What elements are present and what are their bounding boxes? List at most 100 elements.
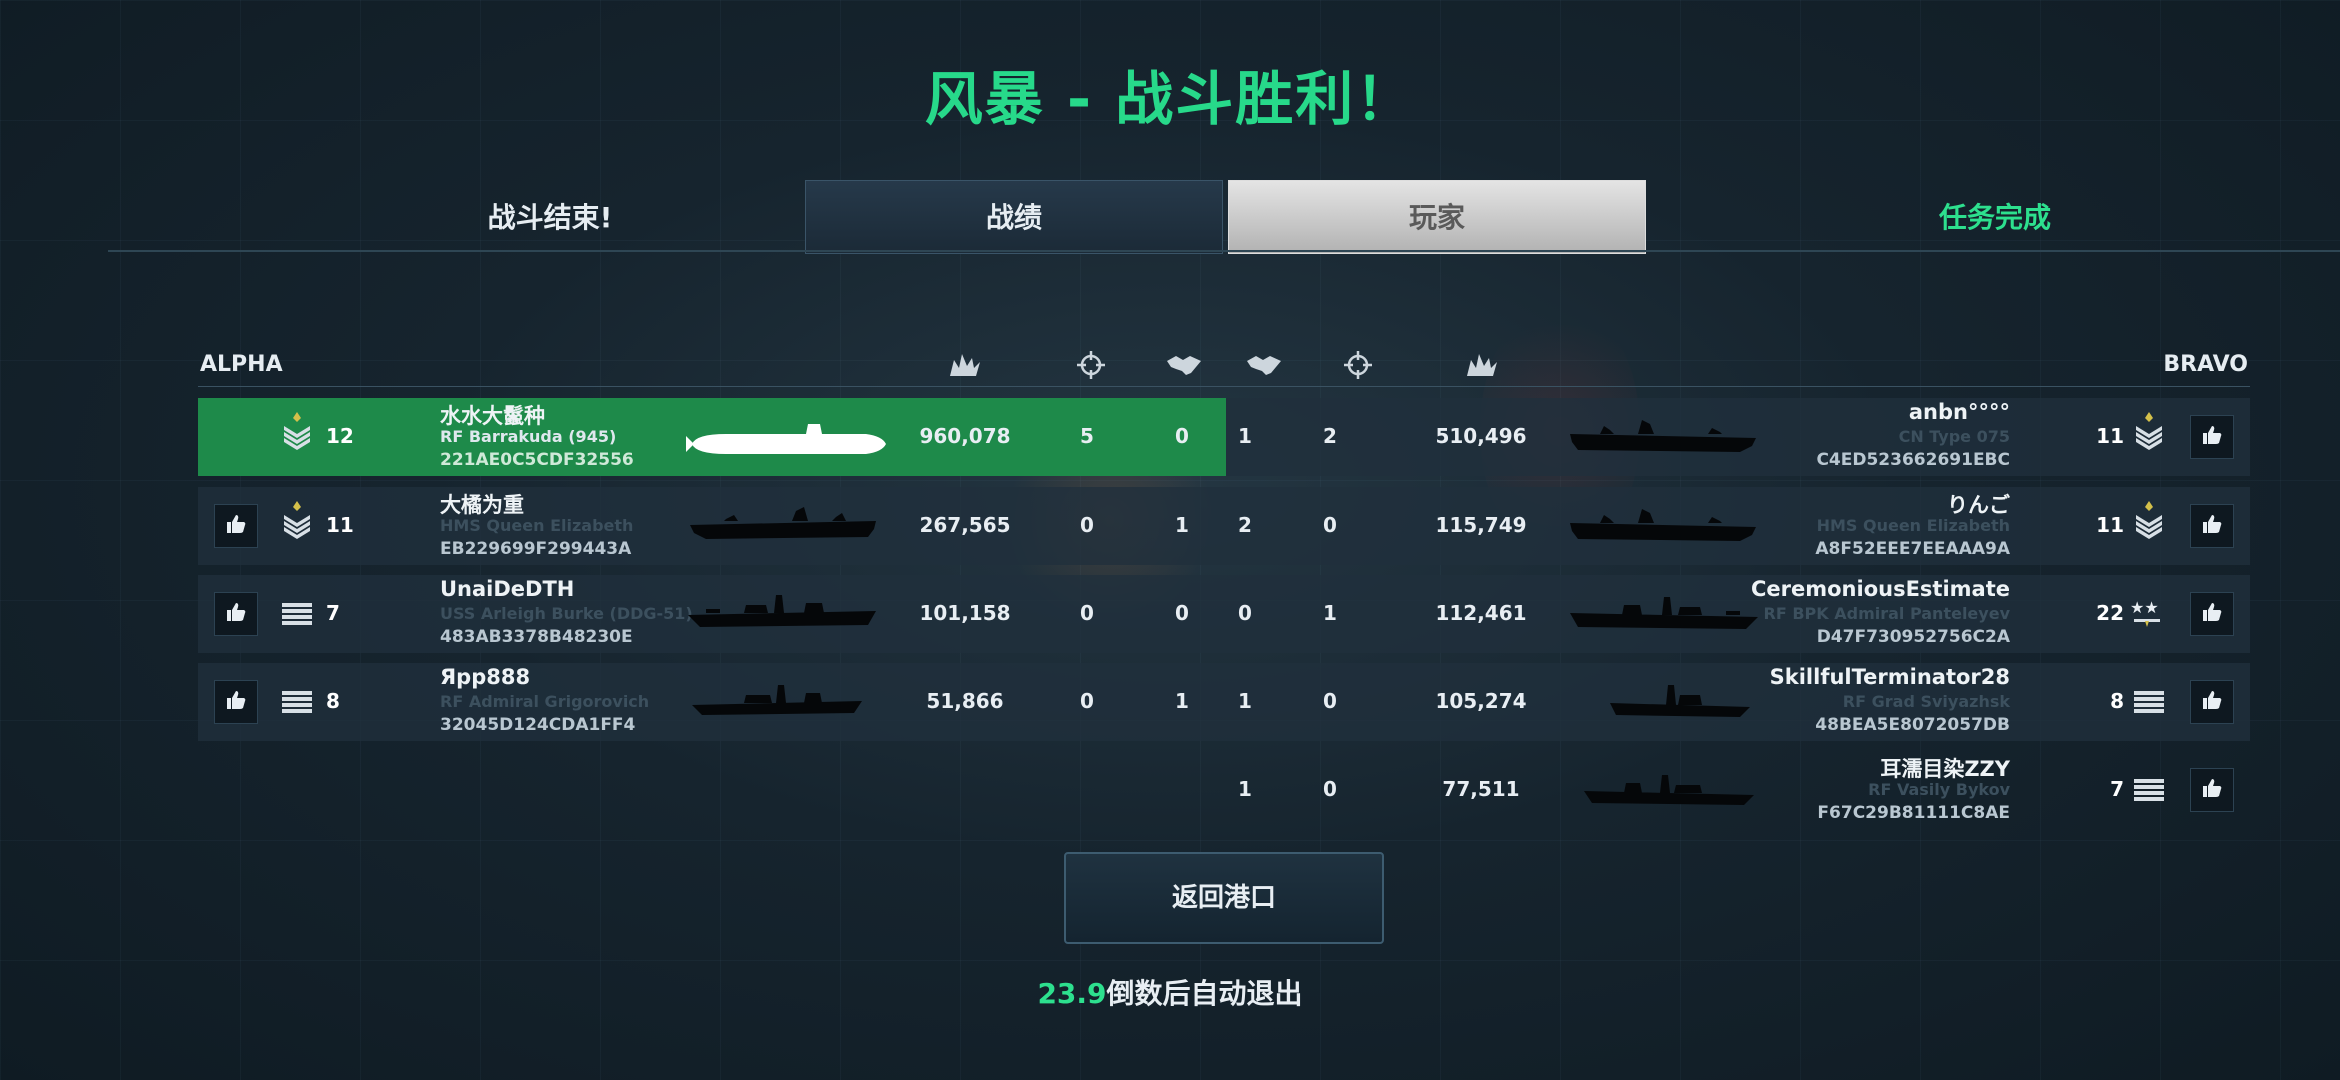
- ship-silhouette-icon: [1560, 593, 1760, 641]
- damage-icon: [1462, 350, 1502, 380]
- player-id: D47F730952756C2A: [1816, 627, 2010, 647]
- player-id: 221AE0C5CDF32556: [440, 450, 634, 470]
- kills-value: 0: [1323, 513, 1337, 537]
- alpha-player-row[interactable]: 11 大橘为重 HMS Queen Elizabeth EB229699F299443…: [198, 487, 1226, 565]
- like-button[interactable]: [2190, 680, 2234, 724]
- rank-insignia-icon: [2134, 412, 2164, 457]
- damage-value: 115,749: [1435, 513, 1527, 537]
- bravo-player-row[interactable]: 1 0 105,274 SkillfulTerminator28 RF Grad Svi…: [1226, 663, 2250, 741]
- player-name: 耳濡目染ZZY: [1880, 757, 2010, 781]
- alpha-player-row[interactable]: 12 水水大鬣种 RF Barrakuda (945) 221AE0C5CDF3255…: [198, 398, 1226, 476]
- tab-stats[interactable]: 战绩: [805, 180, 1223, 254]
- alpha-player-row[interactable]: 8 Ярр888 RF Admiral Grigorovich 32045D124CD…: [198, 663, 1226, 741]
- ship-silhouette-icon: [686, 679, 886, 727]
- bravo-player-row[interactable]: 1 0 77,511 耳濡目染ZZY RF Vasily Bykov F67C29B811…: [1226, 751, 2250, 829]
- damage-value: 960,078: [919, 424, 1011, 448]
- damage-value: 267,565: [919, 513, 1011, 537]
- thumbs-up-icon: [225, 689, 247, 715]
- player-rank: 11: [2096, 424, 2124, 448]
- battle-over-label: 战斗结束!: [487, 201, 613, 234]
- rank-insignia-icon: [282, 603, 312, 630]
- rank-insignia-icon: [282, 691, 312, 718]
- damage-value: 105,274: [1435, 689, 1527, 713]
- team-bravo-label: BRAVO: [2163, 352, 2248, 377]
- return-to-port-button[interactable]: 返回港口: [1064, 852, 1384, 944]
- ship-name: CN Type 075: [1898, 427, 2010, 446]
- damage-icon: [945, 350, 985, 380]
- like-button[interactable]: [214, 592, 258, 636]
- ship-silhouette-icon: [686, 591, 886, 639]
- team-alpha-label: ALPHA: [200, 352, 283, 377]
- ship-name: RF Barrakuda (945): [440, 427, 617, 446]
- thumbs-up-icon: [2201, 424, 2223, 450]
- player-id: EB229699F299443A: [440, 539, 632, 559]
- alpha-player-row[interactable]: 7 UnaiDeDTH USS Arleigh Burke (DDG-51) 483A…: [198, 575, 1226, 653]
- player-name: Ярр888: [440, 665, 531, 689]
- thumbs-up-icon: [225, 601, 247, 627]
- kills-value: 5: [1080, 424, 1094, 448]
- thumbs-up-icon: [2201, 601, 2223, 627]
- bravo-player-row[interactable]: 0 1 112,461 CeremoniousEstimate RF BPK Admir…: [1226, 575, 2250, 653]
- player-id: C4ED523662691EBC: [1816, 450, 2010, 470]
- bravo-player-row[interactable]: 2 0 115,749 りんご HMS Queen Elizabeth A8F52EEE7…: [1226, 487, 2250, 565]
- player-name: SkillfulTerminator28: [1769, 665, 2010, 689]
- damage-value: 101,158: [919, 601, 1011, 625]
- like-button[interactable]: [2190, 592, 2234, 636]
- player-rank: 8: [326, 689, 340, 713]
- kills-value: 0: [1323, 777, 1337, 801]
- handshake-icon: [1244, 350, 1284, 380]
- rank-insignia-icon: [282, 501, 312, 546]
- player-rank: 7: [326, 601, 340, 625]
- kills-value: 0: [1080, 689, 1094, 713]
- ship-silhouette-icon: [686, 414, 886, 462]
- column-divider: [198, 386, 2250, 387]
- ship-silhouette-icon: [686, 503, 886, 551]
- like-button[interactable]: [214, 680, 258, 724]
- header-divider: [108, 250, 2340, 252]
- kills-value: 0: [1080, 513, 1094, 537]
- player-rank: 11: [326, 513, 354, 537]
- tab-players[interactable]: 玩家: [1228, 180, 1646, 254]
- player-name: 水水大鬣种: [440, 404, 545, 428]
- countdown-text: 倒数后自动退出: [1106, 977, 1303, 1010]
- auto-exit-countdown: 23.9倒数后自动退出: [0, 972, 2340, 1012]
- thumbs-up-icon: [225, 513, 247, 539]
- mission-complete-label: 任务完成: [1938, 201, 2051, 234]
- ship-silhouette-icon: [1560, 416, 1760, 464]
- player-id: 32045D124CDA1FF4: [440, 715, 636, 735]
- player-name: 大橘为重: [440, 493, 524, 517]
- bravo-player-row[interactable]: 1 2 510,496 anbn°°°° CN Type 075 C4ED52366269…: [1226, 398, 2250, 476]
- thumbs-up-icon: [2201, 689, 2223, 715]
- ship-name: RF BPK Admiral Panteleyev: [1763, 604, 2010, 623]
- damage-value: 77,511: [1442, 777, 1520, 801]
- svg-text:★★: ★★: [2130, 598, 2159, 617]
- rank-insignia-icon: [282, 412, 312, 457]
- player-name: りんご: [1947, 493, 2010, 517]
- countdown-value: 23.9: [1037, 977, 1107, 1010]
- ship-silhouette-icon: [1560, 681, 1760, 729]
- handshake-icon: [1164, 350, 1204, 380]
- thumbs-up-icon: [2201, 513, 2223, 539]
- ship-name: HMS Queen Elizabeth: [440, 516, 634, 535]
- player-name: anbn°°°°: [1908, 400, 2010, 424]
- player-id: F67C29B81111C8AE: [1817, 803, 2010, 823]
- player-rank: 8: [2110, 689, 2124, 713]
- rank-insignia-icon: [2134, 779, 2164, 806]
- crosshair-icon: [1071, 350, 1111, 380]
- like-button[interactable]: [214, 504, 258, 548]
- ship-name: RF Grad Sviyazhsk: [1842, 692, 2010, 711]
- rank-insignia-icon: [2134, 501, 2164, 546]
- rank-insignia-icon: ★★: [2130, 597, 2164, 632]
- kills-value: 0: [1323, 689, 1337, 713]
- ship-name: RF Vasily Bykov: [1868, 780, 2010, 799]
- ship-silhouette-icon: [1560, 769, 1760, 817]
- player-rank: 22: [2096, 601, 2124, 625]
- like-button[interactable]: [2190, 504, 2234, 548]
- player-name: CeremoniousEstimate: [1750, 577, 2010, 601]
- ship-name: USS Arleigh Burke (DDG-51): [440, 604, 693, 623]
- like-button[interactable]: [2190, 415, 2234, 459]
- player-id: 48BEA5E8072057DB: [1815, 715, 2010, 735]
- player-rank: 11: [2096, 513, 2124, 537]
- damage-value: 510,496: [1435, 424, 1527, 448]
- like-button[interactable]: [2190, 768, 2234, 812]
